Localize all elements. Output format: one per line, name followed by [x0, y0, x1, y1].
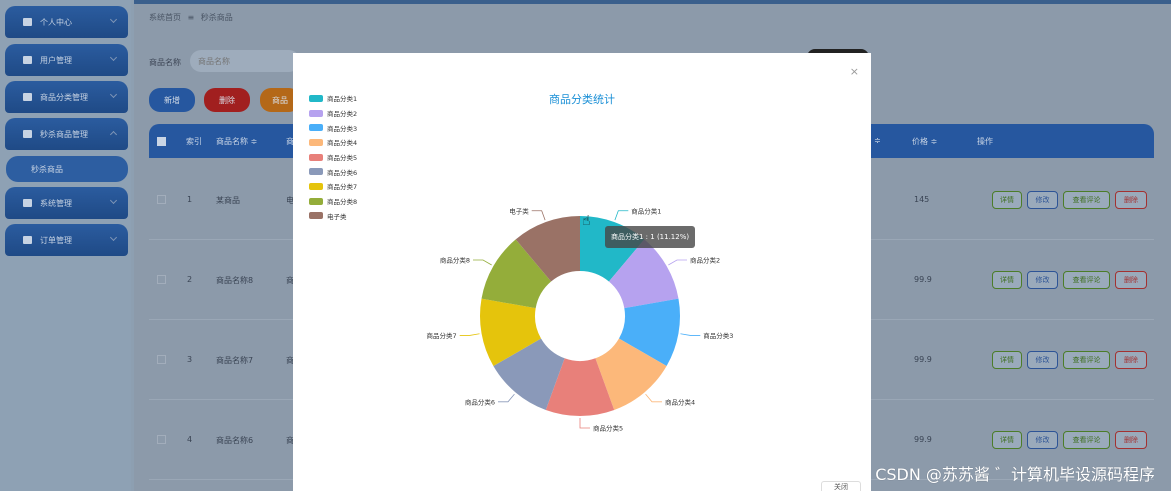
sidebar-item-label: 订单管理 — [40, 235, 72, 245]
detail-button[interactable]: 详情 — [992, 271, 1022, 289]
chevron-down-icon — [109, 196, 118, 205]
cell-price: 99.9 — [914, 275, 932, 284]
label-leader-line — [473, 259, 492, 266]
breadcrumb-current: 秒杀商品 — [200, 13, 233, 22]
sidebar-item-personal-center[interactable]: 个人中心 — [5, 6, 128, 38]
row-checkbox[interactable] — [157, 355, 166, 364]
delete-row-button[interactable]: 删除 — [1115, 351, 1147, 369]
sidebar-subitem-flash-sale-products[interactable]: 秒杀商品 — [6, 156, 128, 182]
breadcrumb: 系统首页 ≡ 秒杀商品 — [149, 12, 233, 23]
sidebar-subitem-label: 秒杀商品 — [31, 164, 63, 174]
label-leader-line — [614, 210, 629, 221]
cell-price: 99.9 — [914, 355, 932, 364]
chart-tooltip: 商品分类1 : 1 (11.12%) — [605, 226, 696, 248]
sidebar-item-order-management[interactable]: 订单管理 — [5, 224, 128, 256]
cell-index: 3 — [187, 355, 193, 364]
chevron-down-icon — [109, 15, 118, 24]
sidebar-item-label: 秒杀商品管理 — [40, 129, 88, 139]
slice-label: 商品分类7 — [427, 331, 457, 340]
sidebar-item-user-management[interactable]: 用户管理 — [5, 44, 128, 76]
breadcrumb-home[interactable]: 系统首页 — [149, 13, 181, 22]
sidebar-item-label: 用户管理 — [40, 55, 72, 65]
edit-button[interactable]: 修改 — [1027, 191, 1058, 209]
cell-price: 99.9 — [914, 435, 932, 444]
slice-label: 电子类 — [509, 206, 529, 215]
watermark: CSDN @苏苏酱 ゛计算机毕设源码程序 — [875, 465, 1155, 484]
cell-index: 4 — [187, 435, 193, 444]
label-leader-line — [579, 418, 590, 429]
sidebar-item-label: 系统管理 — [40, 198, 72, 208]
slice-label: 商品分类6 — [465, 397, 495, 406]
cell-price: 145 — [914, 195, 930, 204]
view-reviews-button[interactable]: 查看评论 — [1063, 431, 1110, 449]
label-leader-line — [459, 333, 480, 336]
system-icon — [23, 199, 32, 207]
view-reviews-button[interactable]: 查看评论 — [1063, 191, 1110, 209]
sidebar: 个人中心 用户管理 商品分类管理 秒杀商品管理 秒杀商品 系统管理 订单管理 — [0, 0, 131, 491]
delete-row-button[interactable]: 删除 — [1115, 191, 1147, 209]
label-leader-line — [668, 259, 687, 266]
add-button[interactable]: 新增 — [149, 88, 195, 112]
view-reviews-button[interactable]: 查看评论 — [1063, 351, 1110, 369]
slice-label: 商品分类5 — [593, 424, 623, 433]
edit-button[interactable]: 修改 — [1027, 351, 1058, 369]
detail-button[interactable]: 详情 — [992, 191, 1022, 209]
delete-row-button[interactable]: 删除 — [1115, 431, 1147, 449]
sidebar-item-category-management[interactable]: 商品分类管理 — [5, 81, 128, 113]
category-icon — [23, 93, 32, 101]
breadcrumb-separator-icon: ≡ — [187, 13, 195, 22]
cell-name: 商品名称7 — [216, 356, 254, 365]
search-label: 商品名称 — [149, 58, 181, 67]
column-header-price[interactable]: 价格 ≑ — [912, 136, 937, 147]
cell-name: 商品名称6 — [216, 436, 254, 445]
grid-icon — [23, 130, 32, 138]
label-leader-line — [531, 210, 546, 221]
cell-index: 1 — [187, 195, 193, 204]
label-leader-line — [645, 393, 662, 403]
chevron-down-icon — [109, 90, 118, 99]
slice-label: 商品分类3 — [703, 331, 733, 340]
select-all-checkbox[interactable] — [157, 137, 166, 146]
column-header-name[interactable]: 商品名称 ≑ — [216, 136, 257, 147]
chevron-down-icon — [109, 233, 118, 242]
sidebar-item-flash-sale-management[interactable]: 秒杀商品管理 — [5, 118, 128, 150]
label-leader-line — [680, 333, 701, 336]
delete-button[interactable]: 删除 — [204, 88, 250, 112]
slice-label: 商品分类4 — [665, 397, 695, 406]
chevron-down-icon — [109, 53, 118, 62]
detail-button[interactable]: 详情 — [992, 351, 1022, 369]
close-button[interactable]: 关闭 — [821, 481, 861, 491]
row-checkbox[interactable] — [157, 275, 166, 284]
user-icon — [23, 18, 32, 26]
view-reviews-button[interactable]: 查看评论 — [1063, 271, 1110, 289]
sidebar-item-system-management[interactable]: 系统管理 — [5, 187, 128, 219]
slice-label: 商品分类1 — [631, 206, 661, 215]
label-leader-line — [498, 393, 515, 403]
column-header-index: 索引 — [186, 137, 202, 146]
donut-chart: 商品分类1 商品分类2 商品分类3 商品分类4 商品分类5 商品分类6 商品分类7 商品分类8… — [427, 206, 734, 433]
column-header-actions: 操作 — [977, 137, 993, 146]
edit-button[interactable]: 修改 — [1027, 431, 1058, 449]
top-bar — [134, 0, 1171, 4]
delete-row-button[interactable]: 删除 — [1115, 271, 1147, 289]
detail-button[interactable]: 详情 — [992, 431, 1022, 449]
sort-icon[interactable]: ≑ — [874, 136, 881, 145]
row-checkbox[interactable] — [157, 195, 166, 204]
search-input[interactable] — [190, 50, 300, 72]
edit-button[interactable]: 修改 — [1027, 271, 1058, 289]
chevron-up-icon — [109, 130, 118, 139]
slice-label: 商品分类8 — [440, 256, 470, 265]
sidebar-item-label: 商品分类管理 — [40, 92, 88, 102]
cell-name: 商品名称8 — [216, 276, 254, 285]
order-icon — [23, 236, 32, 244]
cell-name: 某商品 — [216, 196, 240, 205]
slice-label: 商品分类2 — [690, 256, 720, 265]
chart-modal: × 商品分类统计 商品分类1 商品分类2 商品分类3 商品分类4 商品分类5 商品分类6 商… — [293, 53, 871, 491]
row-checkbox[interactable] — [157, 435, 166, 444]
cell-index: 2 — [187, 275, 193, 284]
list-icon — [23, 56, 32, 64]
sidebar-item-label: 个人中心 — [40, 17, 72, 27]
hand-cursor-icon: ☝ — [582, 213, 591, 229]
